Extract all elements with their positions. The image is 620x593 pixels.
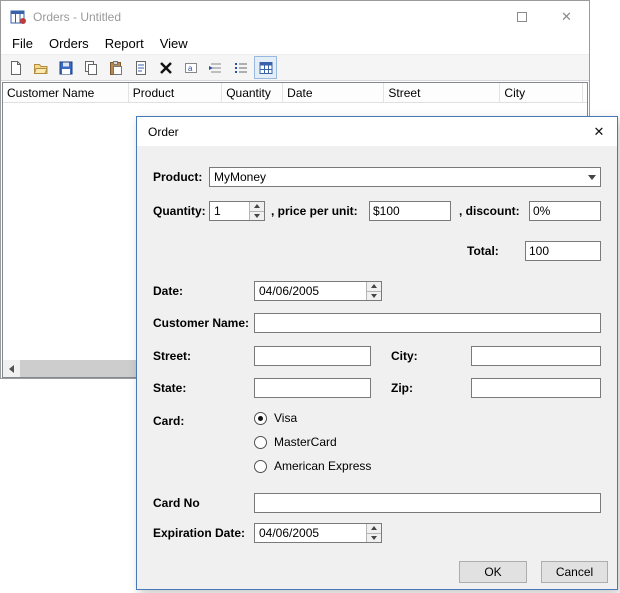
save-icon	[58, 60, 74, 76]
dialog-close-button[interactable]: ✕	[581, 118, 617, 146]
customer-name-field[interactable]	[254, 313, 601, 333]
expiration-down-button[interactable]	[367, 533, 381, 543]
product-label: Product:	[153, 170, 202, 184]
order-dialog: Order ✕ Product: MyMoney Quantity: 1 , p…	[136, 116, 618, 590]
scroll-left-icon	[9, 365, 14, 373]
titlebar[interactable]: Orders - Untitled ✕	[1, 1, 589, 32]
toolbar-save-button[interactable]	[54, 56, 77, 79]
date-down-button[interactable]	[367, 291, 381, 301]
window-title: Orders - Untitled	[33, 10, 121, 24]
date-up-button[interactable]	[367, 282, 381, 291]
dotted-list-icon	[233, 60, 249, 76]
radio-visa-icon	[254, 412, 267, 425]
paste-icon	[108, 60, 124, 76]
menu-report[interactable]: Report	[97, 33, 152, 54]
toolbar-paste-button[interactable]	[104, 56, 127, 79]
street-field[interactable]	[254, 346, 371, 366]
expiration-date-label: Expiration Date:	[153, 526, 245, 540]
zip-field[interactable]	[471, 378, 601, 398]
quantity-label: Quantity:	[153, 204, 206, 218]
total-field[interactable]	[525, 241, 601, 261]
toolbar-dotted-list-button[interactable]	[229, 56, 252, 79]
quantity-value: 1	[210, 202, 249, 220]
expiration-up-button[interactable]	[367, 524, 381, 533]
radio-mastercard[interactable]: MasterCard	[254, 435, 337, 449]
product-value: MyMoney	[210, 170, 583, 184]
open-folder-icon	[33, 60, 49, 76]
street-label: Street:	[153, 349, 191, 363]
toolbar: a	[1, 54, 589, 81]
product-combobox[interactable]: MyMoney	[209, 167, 601, 187]
radio-mastercard-icon	[254, 436, 267, 449]
discount-label: , discount:	[459, 204, 520, 218]
menu-file[interactable]: File	[4, 33, 41, 54]
field-a-icon: a	[183, 60, 199, 76]
maximize-icon	[517, 12, 527, 22]
card-label: Card:	[153, 414, 184, 428]
toolbar-open-button[interactable]	[29, 56, 52, 79]
card-no-label: Card No	[153, 496, 200, 510]
quantity-down-button[interactable]	[250, 211, 264, 221]
new-document-icon	[8, 60, 24, 76]
toolbar-new-button[interactable]	[4, 56, 27, 79]
toolbar-delete-button[interactable]	[154, 56, 177, 79]
dialog-body: Product: MyMoney Quantity: 1 , price per…	[137, 146, 617, 589]
expiration-date-value: 04/06/2005	[255, 524, 366, 542]
zip-label: Zip:	[391, 381, 413, 395]
dialog-titlebar[interactable]: Order ✕	[137, 117, 617, 146]
column-street[interactable]: Street	[384, 83, 500, 102]
date-label: Date:	[153, 284, 183, 298]
date-value: 04/06/2005	[255, 282, 366, 300]
column-customer-name[interactable]: Customer Name	[3, 83, 129, 102]
toolbar-properties-button[interactable]	[129, 56, 152, 79]
card-no-field[interactable]	[254, 493, 601, 513]
state-field[interactable]	[254, 378, 371, 398]
toolbar-copy-button[interactable]	[79, 56, 102, 79]
price-per-unit-field[interactable]	[369, 201, 451, 221]
combo-dropdown-icon[interactable]	[583, 168, 600, 186]
menu-view[interactable]: View	[152, 33, 196, 54]
ok-button[interactable]: OK	[459, 561, 527, 583]
expiration-date-picker[interactable]: 04/06/2005	[254, 523, 382, 543]
column-quantity[interactable]: Quantity	[222, 83, 283, 102]
column-filler	[583, 83, 587, 102]
customer-name-label: Customer Name:	[153, 316, 249, 330]
column-product[interactable]: Product	[129, 83, 222, 102]
maximize-button[interactable]	[499, 1, 544, 32]
toolbar-grid-view-button[interactable]	[254, 56, 277, 79]
copy-icon	[83, 60, 99, 76]
grid-view-icon	[258, 60, 274, 76]
menu-orders[interactable]: Orders	[41, 33, 97, 54]
svg-text:a: a	[188, 64, 193, 73]
record-list-icon	[208, 60, 224, 76]
radio-mastercard-label: MasterCard	[274, 435, 337, 449]
column-city[interactable]: City	[500, 83, 583, 102]
cancel-button[interactable]: Cancel	[541, 561, 608, 583]
properties-icon	[133, 60, 149, 76]
date-picker[interactable]: 04/06/2005	[254, 281, 382, 301]
state-label: State:	[153, 381, 186, 395]
close-button[interactable]: ✕	[544, 1, 589, 32]
radio-american-express[interactable]: American Express	[254, 459, 371, 473]
listview-header: Customer Name Product Quantity Date Stre…	[3, 83, 587, 103]
radio-american-express-label: American Express	[274, 459, 371, 473]
quantity-stepper[interactable]: 1	[209, 201, 265, 221]
radio-visa-label: Visa	[274, 411, 297, 425]
app-icon	[10, 9, 26, 25]
quantity-up-button[interactable]	[250, 202, 264, 211]
city-label: City:	[391, 349, 418, 363]
radio-american-express-icon	[254, 460, 267, 473]
price-per-unit-label: , price per unit:	[271, 204, 358, 218]
menubar: File Orders Report View	[1, 32, 589, 54]
scroll-left-button[interactable]	[3, 360, 20, 377]
column-date[interactable]: Date	[283, 83, 384, 102]
city-field[interactable]	[471, 346, 601, 366]
radio-visa[interactable]: Visa	[254, 411, 297, 425]
dialog-title: Order	[148, 125, 179, 139]
discount-field[interactable]	[529, 201, 601, 221]
delete-icon	[158, 60, 174, 76]
toolbar-field-a-button[interactable]: a	[179, 56, 202, 79]
total-label: Total:	[467, 244, 499, 258]
toolbar-record-list-button[interactable]	[204, 56, 227, 79]
